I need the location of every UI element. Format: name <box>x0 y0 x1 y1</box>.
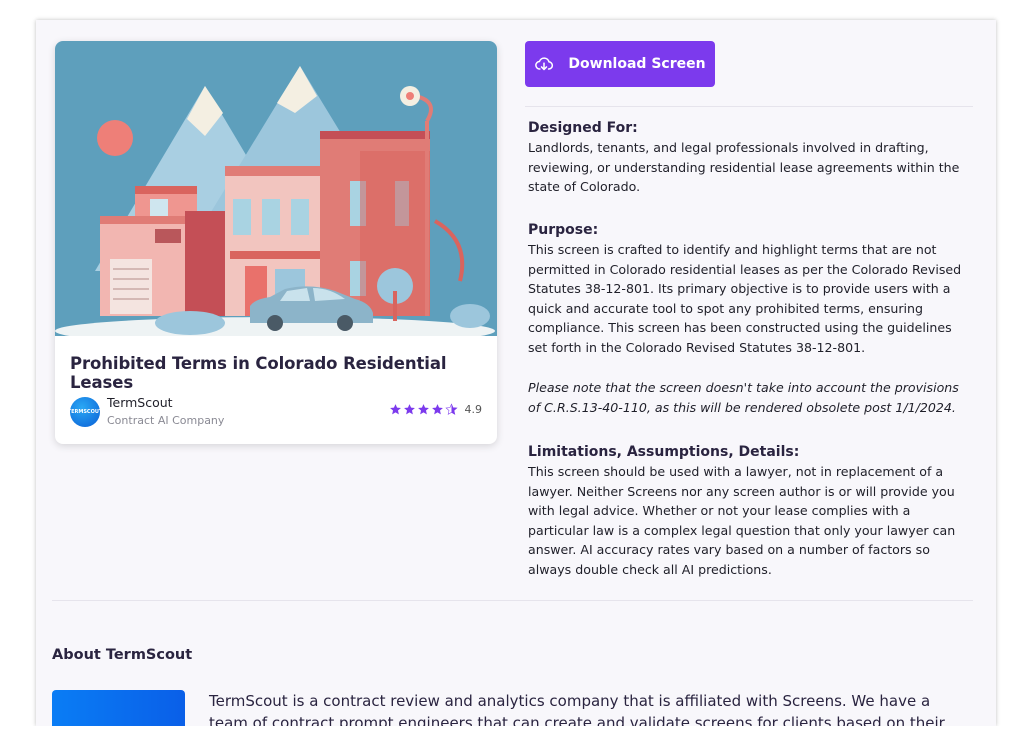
star-icon <box>403 404 415 415</box>
company-name: TermScout <box>107 395 173 410</box>
purpose-body: This screen is crafted to identify and h… <box>528 242 962 355</box>
designed-for-heading: Designed For: <box>528 120 638 136</box>
limitations-body: This screen should be used with a lawyer… <box>528 464 956 577</box>
star-icon <box>389 404 401 415</box>
star-icon <box>431 404 443 415</box>
about-text: TermScout is a contract review and analy… <box>209 692 945 726</box>
rating-value: 4.9 <box>464 403 483 416</box>
divider <box>52 600 973 601</box>
screen-card[interactable]: Prohibited Terms in Colorado Residential… <box>55 41 497 444</box>
star-half-icon <box>444 403 458 415</box>
purpose-note: Please note that the screen doesn't take… <box>528 380 959 415</box>
limitations-section: Limitations, Assumptions, Details: This … <box>528 442 973 579</box>
limitations-heading: Limitations, Assumptions, Details: <box>528 444 800 460</box>
designed-for-body: Landlords, tenants, and legal profession… <box>528 140 960 194</box>
main-panel: Prohibited Terms in Colorado Residential… <box>36 20 996 726</box>
purpose-heading: Purpose: <box>528 222 599 238</box>
bottom-strip <box>0 726 1032 738</box>
company-logo: TERMSCOUT <box>67 397 103 427</box>
card-title[interactable]: Prohibited Terms in Colorado Residential… <box>70 354 490 392</box>
designed-for-section: Designed For: Landlords, tenants, and le… <box>528 118 973 197</box>
download-screen-label: Download Screen <box>568 56 706 72</box>
rating: 4.9 <box>389 403 483 416</box>
divider <box>525 106 973 107</box>
star-icon <box>417 404 429 415</box>
company-logo-text: TERMSCOUT <box>67 408 103 415</box>
about-logo <box>52 690 185 726</box>
cloud-download-icon <box>535 57 554 71</box>
purpose-section: Purpose: This screen is crafted to ident… <box>528 220 973 417</box>
download-screen-button[interactable]: Download Screen <box>525 41 715 87</box>
company-subtitle: Contract AI Company <box>107 414 225 427</box>
about-title: About TermScout <box>52 647 193 663</box>
card-illustration <box>55 41 497 336</box>
